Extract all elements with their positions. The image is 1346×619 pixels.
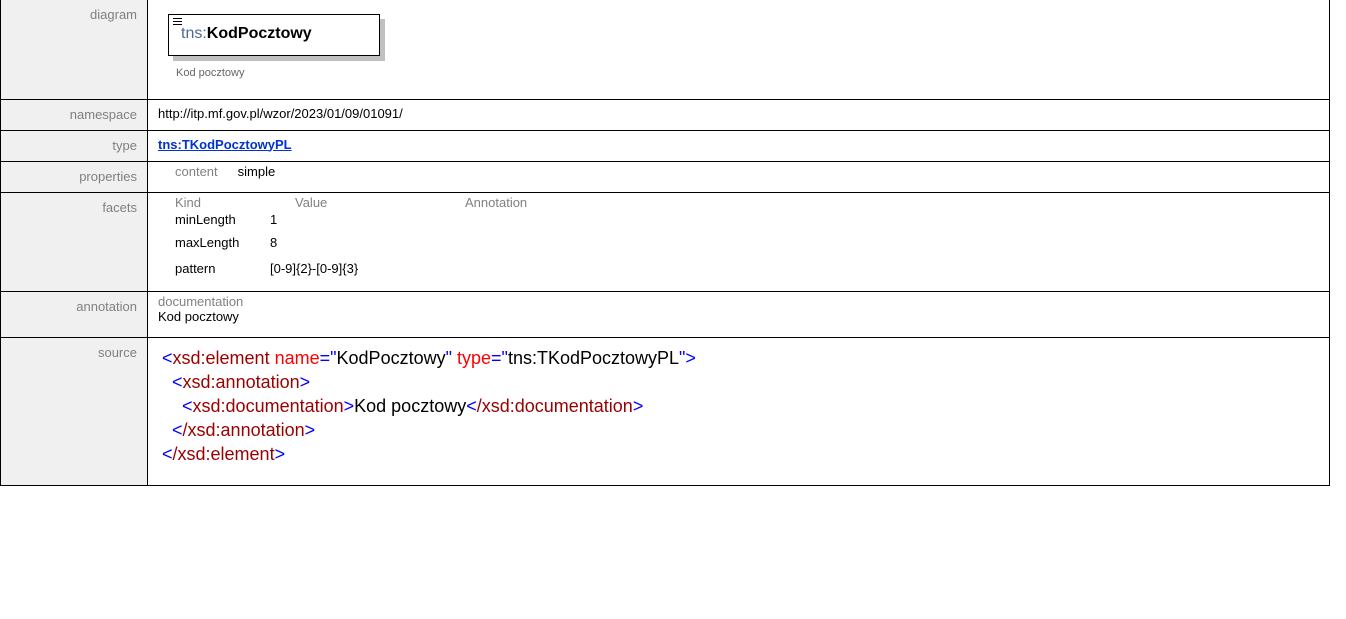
row-label-annotation: annotation — [0, 290, 148, 338]
facets-header-kind: Kind — [175, 194, 202, 210]
facet-kind: maxLength — [175, 235, 240, 250]
row-label-type: type — [0, 129, 148, 162]
property-key: content — [175, 163, 218, 179]
facet-value: [0-9]{2}-[0-9]{3} — [270, 261, 359, 276]
annotation-value: Kod pocztowy — [158, 308, 239, 324]
facets-header-value: Value — [295, 194, 328, 210]
facets-header: Kind Value Annotation — [158, 195, 1319, 210]
facets-header-annotation: Annotation — [465, 194, 528, 210]
row-type: type tns:TKodPocztowyPL — [0, 129, 1330, 162]
property-value: simple — [237, 163, 276, 179]
row-label-namespace: namespace — [0, 98, 148, 131]
facet-row: minLength 1 — [158, 210, 1319, 230]
source-line: <xsd:annotation> — [172, 371, 311, 392]
facets-cell: Kind Value Annotation minLength 1 maxLen… — [147, 191, 1330, 292]
row-diagram: diagram tns:KodPocztowy Kod pocztowy — [0, 0, 1330, 100]
row-annotation: annotation documentation Kod pocztowy — [0, 290, 1330, 338]
facet-row: maxLength 8 — [158, 230, 1319, 256]
properties-cell: content simple — [147, 160, 1330, 193]
diagram-name: KodPocztowy — [206, 25, 312, 42]
diagram-element-box[interactable]: tns:KodPocztowy — [168, 14, 380, 56]
facet-row: pattern [0-9]{2}-[0-9]{3} — [158, 256, 1319, 282]
diagram-element-title: tns:KodPocztowy — [181, 25, 312, 43]
source-cell: <xsd:element name="KodPocztowy" type="tn… — [147, 336, 1330, 486]
type-cell: tns:TKodPocztowyPL — [147, 129, 1330, 162]
row-label-facets: facets — [0, 191, 148, 292]
facet-value: 8 — [270, 235, 278, 250]
source-line: </xsd:element> — [162, 443, 286, 464]
diagram-documentation: Kod pocztowy — [176, 67, 245, 79]
row-namespace: namespace http://itp.mf.gov.pl/wzor/2023… — [0, 98, 1330, 131]
source-line: <xsd:element name="KodPocztowy" type="tn… — [162, 347, 696, 368]
row-source: source <xsd:element name="KodPocztowy" t… — [0, 336, 1330, 486]
schema-doc-page: diagram tns:KodPocztowy Kod pocztowy nam… — [0, 0, 1346, 486]
diagram-prefix: tns: — [181, 25, 207, 42]
row-label-properties: properties — [0, 160, 148, 193]
facet-kind: pattern — [175, 261, 216, 276]
source-code: <xsd:element name="KodPocztowy" type="tn… — [158, 346, 1319, 466]
source-line: </xsd:annotation> — [172, 419, 316, 440]
element-properties-table: diagram tns:KodPocztowy Kod pocztowy nam… — [0, 0, 1330, 486]
namespace-value: http://itp.mf.gov.pl/wzor/2023/01/09/010… — [147, 98, 1330, 131]
element-diagram: tns:KodPocztowy Kod pocztowy — [148, 0, 1329, 98]
facet-kind: minLength — [175, 212, 236, 227]
annotation-key: documentation — [158, 293, 244, 309]
row-properties: properties content simple — [0, 160, 1330, 193]
annotation-cell: documentation Kod pocztowy — [147, 290, 1330, 338]
row-label-diagram: diagram — [0, 0, 148, 100]
diagram-cell: tns:KodPocztowy Kod pocztowy — [147, 0, 1330, 100]
row-facets: facets Kind Value Annotation minLength 1… — [0, 191, 1330, 292]
facet-value: 1 — [270, 212, 278, 227]
row-label-source: source — [0, 336, 148, 486]
source-line: <xsd:documentation>Kod pocztowy</xsd:doc… — [182, 395, 644, 416]
type-link[interactable]: tns:TKodPocztowyPL — [158, 137, 292, 152]
